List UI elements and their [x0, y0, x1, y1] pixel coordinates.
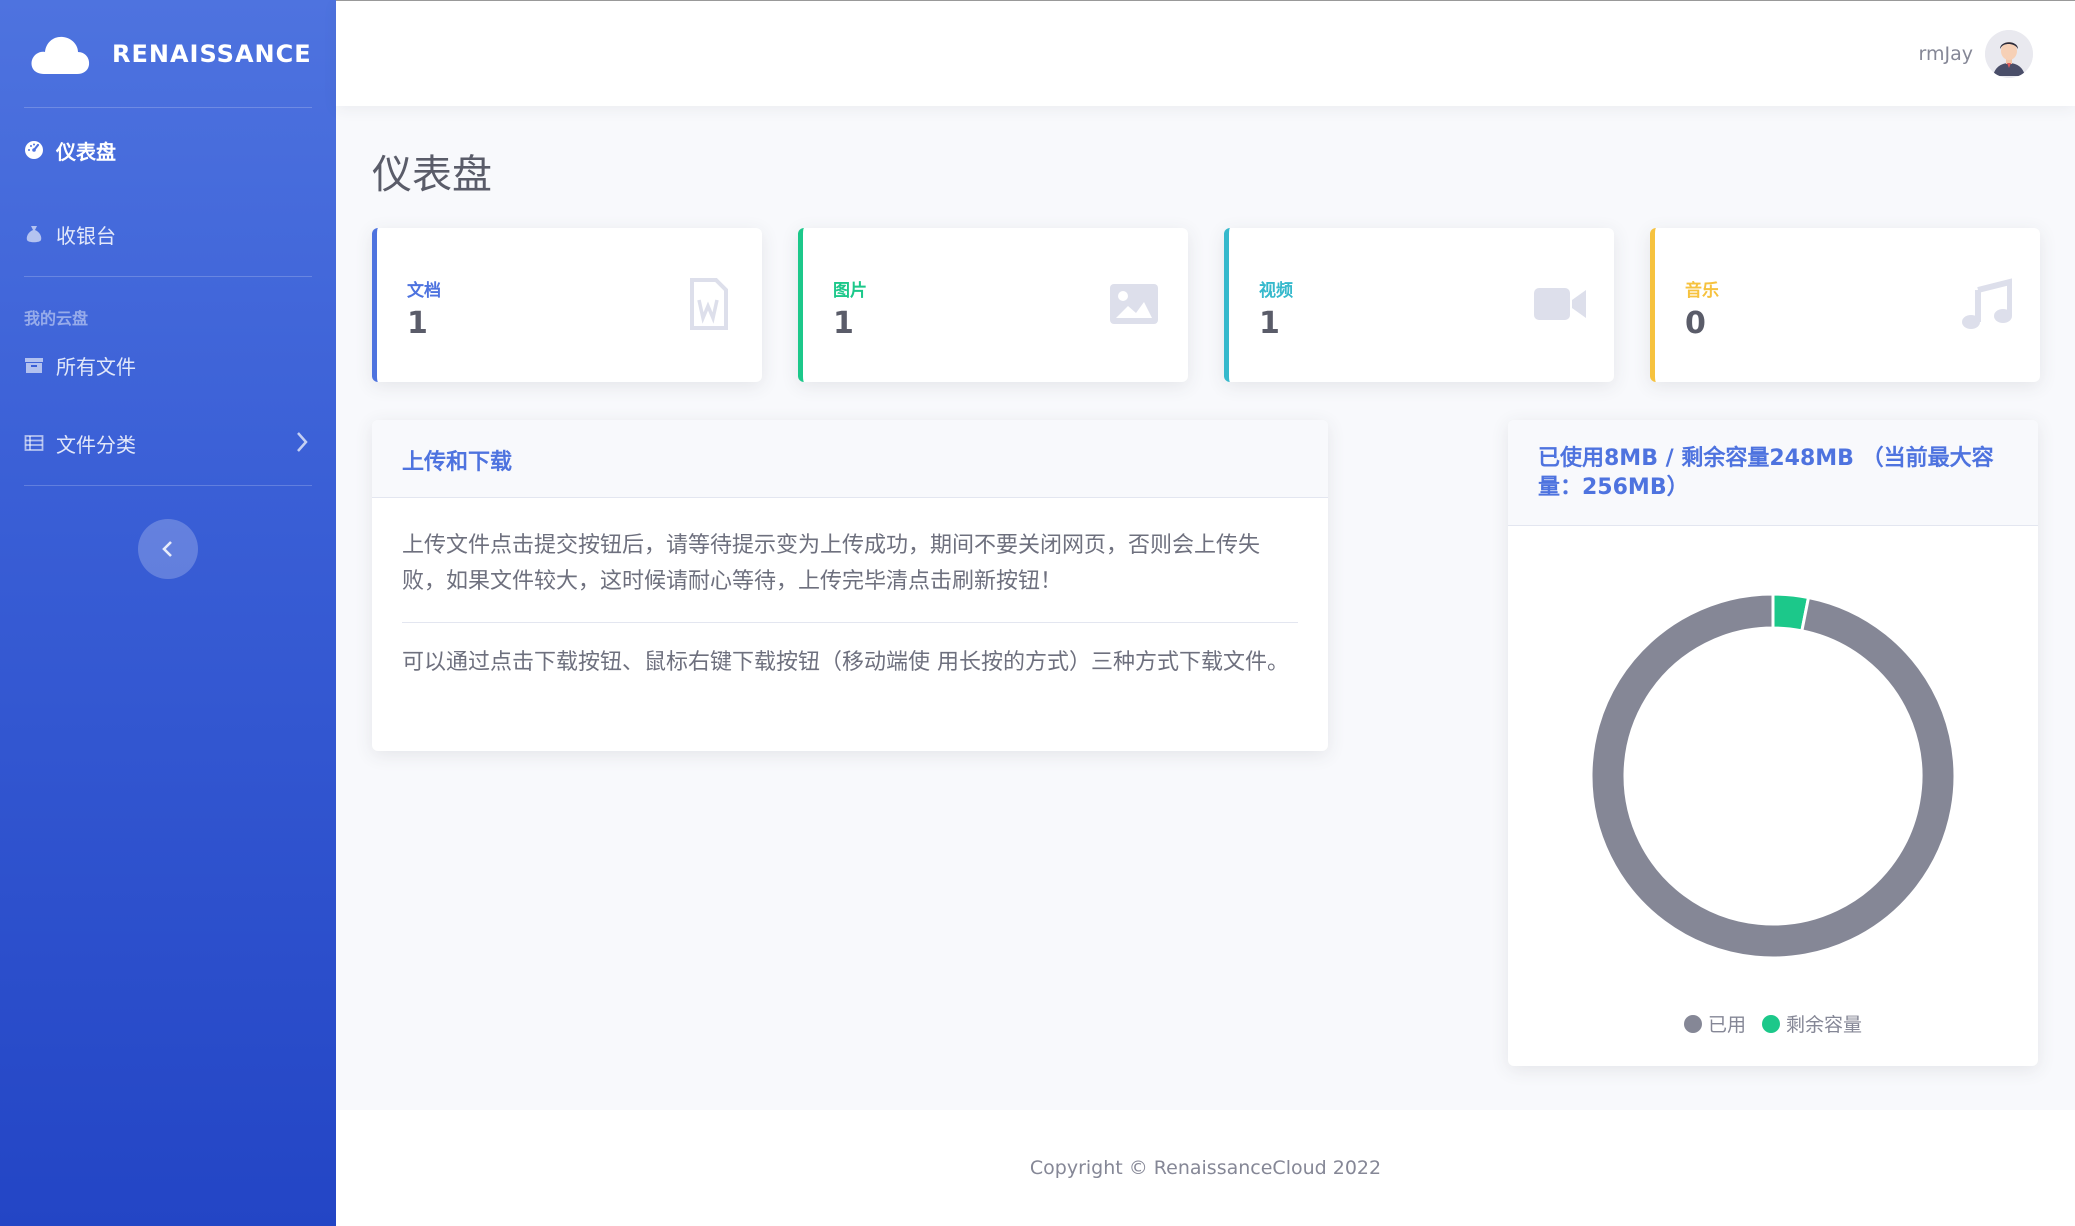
upload-download-card: 上传和下载 上传文件点击提交按钮后，请等待提示变为上传成功，期间不要关闭网页，否…	[372, 420, 1328, 751]
money-bag-icon	[24, 224, 44, 244]
chart-legend: 已用 剩余容量	[1508, 1010, 2038, 1037]
dashboard-icon	[24, 140, 44, 160]
stat-value: 0	[1685, 306, 1706, 341]
sidebar-item-label: 文件分类	[56, 432, 136, 457]
sidebar-item-label: 收银台	[56, 223, 116, 248]
stat-label: 音乐	[1685, 281, 1719, 301]
card-header: 上传和下载	[372, 420, 1328, 498]
legend-label: 已用	[1707, 1014, 1746, 1036]
sidebar-heading: 我的云盘	[24, 309, 89, 328]
stat-label: 文档	[407, 281, 441, 301]
file-word-icon	[690, 278, 728, 330]
copyright-text: Copyright © RenaissanceCloud 2022	[1029, 1157, 1382, 1179]
stat-card-videos[interactable]: 视频 1	[1224, 228, 1614, 382]
legend-swatch	[1762, 1014, 1780, 1033]
stat-value: 1	[407, 306, 428, 341]
stat-value: 1	[833, 306, 854, 341]
legend-swatch	[1683, 1014, 1702, 1033]
video-icon	[1534, 288, 1586, 320]
music-icon	[1962, 278, 2012, 329]
sidebar-item-all-files[interactable]: 所有文件	[0, 329, 336, 401]
image-icon	[1110, 284, 1158, 324]
archive-icon	[24, 355, 44, 375]
user-menu[interactable]: rmJay	[1919, 30, 2033, 78]
page-title: 仪表盘	[372, 152, 492, 198]
topbar: rmJay	[336, 0, 2075, 106]
brand[interactable]: RENAISSANCE	[0, 0, 336, 107]
sidebar-item-categories[interactable]: 文件分类	[0, 401, 336, 485]
table-list-icon	[24, 433, 44, 453]
footer: Copyright © RenaissanceCloud 2022	[336, 1110, 2075, 1226]
sidebar-item-label: 仪表盘	[56, 139, 116, 164]
stat-card-music[interactable]: 音乐 0	[1650, 228, 2040, 382]
upload-instructions: 上传文件点击提交按钮后，请等待提示变为上传成功，期间不要关闭网页，否则会上传失败…	[402, 533, 1261, 594]
brand-name: RENAISSANCE	[112, 39, 312, 68]
sidebar-item-checkout[interactable]: 收银台	[0, 192, 336, 276]
donut-slice-used[interactable]	[1589, 592, 1957, 960]
chevron-left-icon	[162, 541, 172, 557]
legend-label: 剩余容量	[1786, 1014, 1863, 1036]
sidebar-toggle-button[interactable]	[138, 519, 198, 579]
legend-item-used[interactable]: 已用	[1683, 1010, 1746, 1037]
cloud-icon	[31, 36, 90, 74]
legend-item-remaining[interactable]: 剩余容量	[1762, 1010, 1862, 1037]
sidebar: RENAISSANCE 仪表盘 收银台 我的云盘 所有文件 文件分类	[0, 0, 336, 1226]
divider	[402, 622, 1298, 623]
sidebar-divider	[24, 485, 312, 486]
stat-label: 视频	[1259, 281, 1293, 301]
storage-donut-chart	[1589, 592, 1957, 960]
chevron-right-icon	[297, 432, 308, 452]
avatar[interactable]	[1985, 30, 2033, 78]
download-instructions: 可以通过点击下载按钮、鼠标右键下载按钮（移动端使 用长按的方式）三种方式下载文件…	[402, 650, 1289, 675]
card-body: 上传文件点击提交按钮后，请等待提示变为上传成功，期间不要关闭网页，否则会上传失败…	[372, 498, 1328, 711]
stat-card-images[interactable]: 图片 1	[798, 228, 1188, 382]
username: rmJay	[1918, 43, 1973, 65]
sidebar-item-dashboard[interactable]: 仪表盘	[0, 108, 336, 192]
sidebar-item-label: 所有文件	[56, 354, 136, 379]
stat-card-documents[interactable]: 文档 1	[372, 228, 762, 382]
stat-label: 图片	[833, 281, 867, 301]
card-header: 已使用8MB / 剩余容量248MB （当前最大容量：256MB）	[1508, 420, 2038, 526]
stat-value: 1	[1259, 306, 1280, 341]
